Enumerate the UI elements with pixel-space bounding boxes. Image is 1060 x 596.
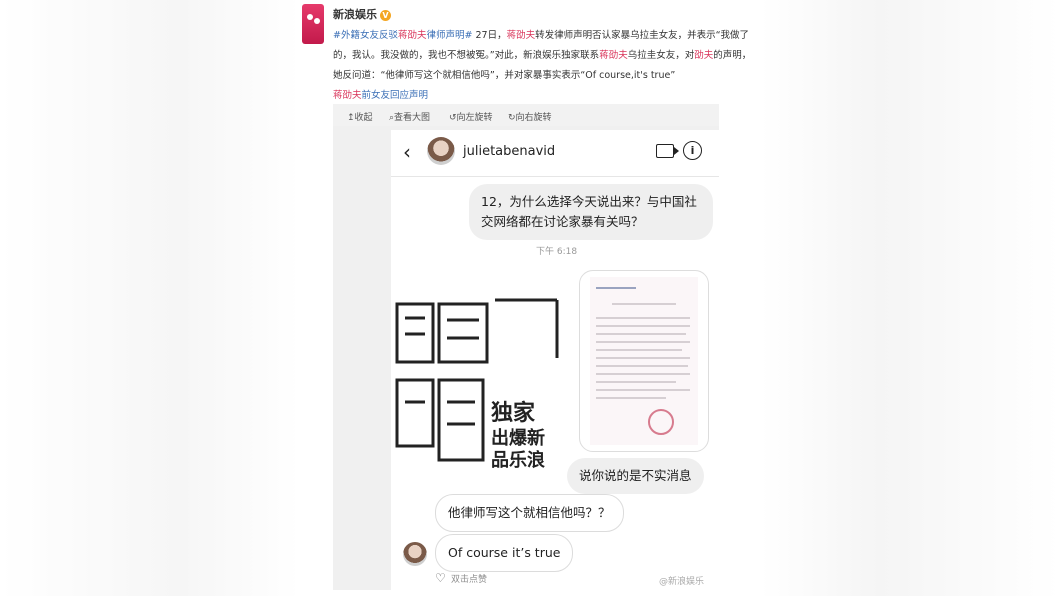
- info-icon: i: [683, 141, 702, 160]
- avatar: [427, 137, 455, 165]
- avatar: [403, 542, 427, 566]
- post-body-part: 乌拉圭女友，对: [627, 50, 695, 61]
- chat-header: ‹ julietabenavid i: [391, 130, 719, 177]
- instagram-dm-screenshot: ‹ julietabenavid i 12，为什么选择今天说出来？与中国社交网络…: [391, 130, 719, 590]
- chat-username: julietabenavid: [463, 144, 556, 159]
- message-untrue: 说你说的是不实消息: [567, 458, 704, 494]
- topic-link[interactable]: 前女友回应声明: [362, 90, 429, 101]
- right-background: [760, 0, 1060, 596]
- heart-icon: ♡: [435, 571, 446, 585]
- chevron-left-icon: ‹: [403, 140, 411, 164]
- sina-watermark-logo: 独家 出爆新 品乐浪: [395, 298, 559, 471]
- like-hint: 双击点赞: [451, 575, 488, 585]
- image-toolbar: ↥收起 ⌕查看大图 ↺向左旋转 ↻向右旋转: [333, 104, 719, 126]
- lawyer-statement-image[interactable]: [579, 270, 709, 452]
- svg-text:品乐浪: 品乐浪: [491, 449, 545, 471]
- view-large-button[interactable]: ⌕查看大图: [389, 110, 430, 123]
- hashtag-link[interactable]: #外籍女友反驳蒋劭夫律师声明#: [333, 30, 472, 41]
- rotate-right-button[interactable]: ↻向右旋转: [508, 110, 552, 123]
- message-of-course: Of course it’s true: [435, 534, 574, 572]
- mention-link[interactable]: 蒋劭夫: [333, 90, 362, 101]
- post-body-part: 27日，: [475, 30, 507, 41]
- mention-link[interactable]: 蒋劭夫: [599, 50, 628, 61]
- video-call-icon: [656, 144, 679, 158]
- weibo-watermark: @新浪娱乐: [659, 577, 705, 587]
- svg-text:出爆新: 出爆新: [491, 427, 545, 449]
- post-image[interactable]: ‹ julietabenavid i 12，为什么选择今天说出来？与中国社交网络…: [333, 126, 719, 590]
- post-text: #外籍女友反驳蒋劭夫律师声明# 27日，蒋劭夫转发律师声明否认家暴乌拉圭女友，并…: [333, 26, 753, 106]
- mention-link[interactable]: 蒋劭夫: [507, 30, 536, 41]
- document-page: [590, 277, 698, 445]
- author-avatar[interactable]: [302, 4, 324, 44]
- verified-icon: V: [380, 9, 391, 21]
- mention-link[interactable]: 劭夫: [694, 50, 713, 61]
- svg-text:独家: 独家: [491, 400, 536, 426]
- left-background: [0, 0, 300, 596]
- message-question: 12，为什么选择今天说出来？与中国社交网络都在讨论家暴有关吗？: [469, 184, 713, 240]
- collapse-button[interactable]: ↥收起: [347, 110, 373, 123]
- rotate-left-button[interactable]: ↺向左旋转: [449, 110, 493, 123]
- author-name[interactable]: 新浪娱乐 V: [333, 6, 391, 22]
- message-lawyer-question: 他律师写这个就相信他吗？？: [435, 494, 624, 532]
- seal-stamp: [648, 409, 674, 435]
- message-time: 下午 6:18: [536, 247, 578, 257]
- author-name-text[interactable]: 新浪娱乐: [333, 8, 377, 21]
